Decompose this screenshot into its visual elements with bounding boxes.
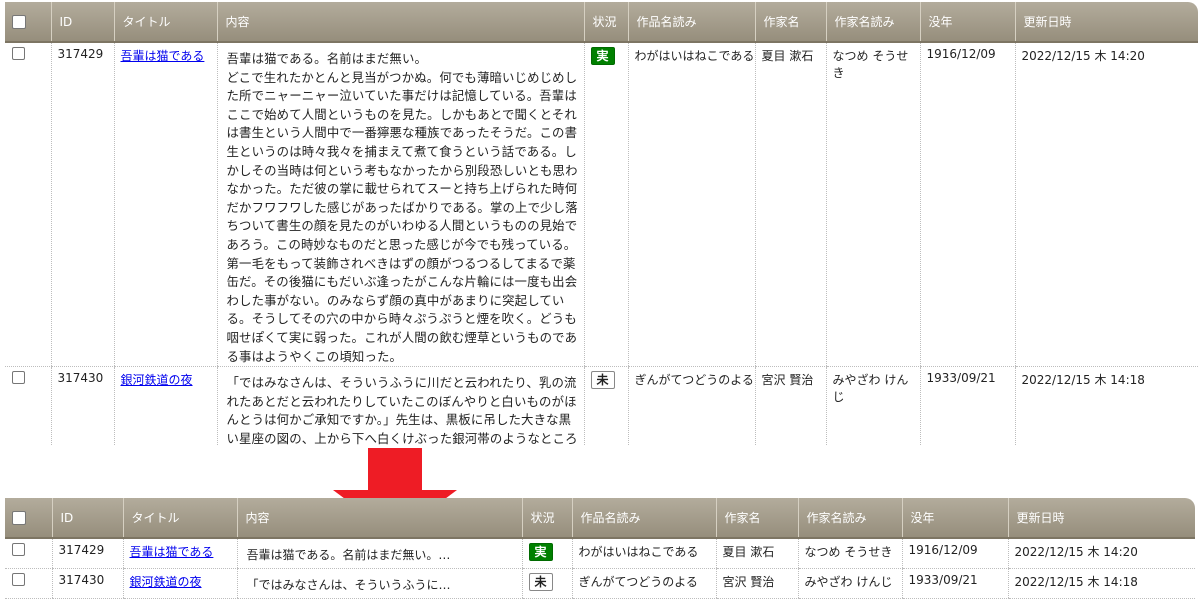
title-link[interactable]: 銀河鉄道の夜 <box>130 575 202 589</box>
column-header-author-reading[interactable]: 作家名読み <box>797 498 902 539</box>
cell-id: 317430 <box>50 366 114 446</box>
column-header-content[interactable]: 内容 <box>236 498 522 539</box>
cell-updated: 2022/12/15 木 14:18 <box>1007 568 1195 599</box>
cell-updated: 2022/12/15 木 14:20 <box>1014 42 1198 368</box>
select-all-header[interactable] <box>5 2 51 43</box>
cell-title-reading: ぎんがてつどうのよる <box>627 366 755 446</box>
column-header-updated[interactable]: 更新日時 <box>1007 498 1195 539</box>
title-link[interactable]: 吾輩は猫である <box>130 545 214 559</box>
collapsed-table: ID タイトル 内容 状況 作品名読み 作家名 作家名読み 没年 更新日時 31… <box>5 498 1195 599</box>
cell-author-reading: みやざわ けんじ <box>825 366 920 446</box>
cell-status: 未 <box>521 568 572 599</box>
column-header-title-reading[interactable]: 作品名読み <box>571 498 716 539</box>
cell-death-year: 1916/12/09 <box>901 538 1008 569</box>
row-select-cell[interactable] <box>5 538 52 569</box>
status-badge: 実 <box>528 543 553 561</box>
cell-title: 吾輩は猫である <box>122 538 237 569</box>
row-select-cell[interactable] <box>5 42 51 368</box>
row-checkbox[interactable] <box>12 47 25 60</box>
row-checkbox[interactable] <box>12 543 25 556</box>
cell-title-reading: わがはいはねこである <box>571 538 716 569</box>
cell-title-reading: ぎんがてつどうのよる <box>571 568 716 599</box>
cell-title: 銀河鉄道の夜 <box>113 366 217 446</box>
cell-id: 317429 <box>51 538 123 569</box>
cell-updated: 2022/12/15 木 14:20 <box>1007 538 1195 569</box>
select-all-checkbox[interactable] <box>12 14 26 29</box>
column-header-title[interactable]: タイトル <box>122 498 237 539</box>
cell-updated: 2022/12/15 木 14:18 <box>1014 366 1198 446</box>
cell-status: 実 <box>583 42 628 368</box>
status-badge: 未 <box>590 371 615 390</box>
table-row: 317429 吾輩は猫である 吾輩は猫である。名前はまだ無い。… 実 わがはいは… <box>5 538 1195 569</box>
status-badge: 実 <box>590 47 615 65</box>
expanded-view: ID タイトル 内容 状況 作品名読み 作家名 作家名読み 没年 更新日時 31… <box>5 2 1198 446</box>
column-header-id[interactable]: ID <box>50 2 114 43</box>
cell-author: 宮沢 賢治 <box>754 366 826 446</box>
column-header-content[interactable]: 内容 <box>216 2 584 43</box>
table-row: 317430 銀河鉄道の夜 「ではみなさんは、そういうふうに川だと云われたり、乳… <box>5 366 1198 446</box>
column-header-status[interactable]: 状況 <box>583 2 628 43</box>
table-row: 317430 銀河鉄道の夜 「ではみなさんは、そういうふうに… 未 ぎんがてつど… <box>5 568 1195 599</box>
title-link[interactable]: 吾輩は猫である <box>121 49 205 63</box>
cell-id: 317429 <box>50 42 114 368</box>
expanded-table: ID タイトル 内容 状況 作品名読み 作家名 作家名読み 没年 更新日時 31… <box>5 2 1198 446</box>
cell-id: 317430 <box>51 568 123 599</box>
cell-author-reading: なつめ そうせき <box>797 538 902 569</box>
header-row: ID タイトル 内容 状況 作品名読み 作家名 作家名読み 没年 更新日時 <box>5 498 1195 539</box>
cell-author-reading: なつめ そうせき <box>825 42 920 368</box>
cell-content: 吾輩は猫である。名前はまだ無い。 どこで生れたかとんと見当がつかぬ。何でも薄暗い… <box>216 42 584 368</box>
header-row: ID タイトル 内容 状況 作品名読み 作家名 作家名読み 没年 更新日時 <box>5 2 1198 43</box>
column-header-updated[interactable]: 更新日時 <box>1014 2 1198 43</box>
cell-author: 夏目 漱石 <box>715 538 798 569</box>
status-badge: 未 <box>528 572 553 591</box>
column-header-author-reading[interactable]: 作家名読み <box>825 2 920 43</box>
cell-author: 宮沢 賢治 <box>715 568 798 599</box>
select-all-header[interactable] <box>5 498 52 539</box>
row-select-cell[interactable] <box>5 366 51 446</box>
table-row: 317429 吾輩は猫である 吾輩は猫である。名前はまだ無い。 どこで生れたかと… <box>5 42 1198 368</box>
cell-death-year: 1916/12/09 <box>919 42 1015 368</box>
column-header-id[interactable]: ID <box>51 498 123 539</box>
cell-status: 未 <box>583 366 628 446</box>
cell-death-year: 1933/09/21 <box>919 366 1015 446</box>
cell-content: 「ではみなさんは、そういうふうに川だと云われたり、乳の流れたあとだと云われたりし… <box>216 366 584 446</box>
cell-content: 「ではみなさんは、そういうふうに… <box>236 568 522 599</box>
cell-title-reading: わがはいはねこである <box>627 42 755 368</box>
column-header-death-year[interactable]: 没年 <box>919 2 1015 43</box>
row-select-cell[interactable] <box>5 568 52 599</box>
title-link[interactable]: 銀河鉄道の夜 <box>121 373 193 387</box>
column-header-death-year[interactable]: 没年 <box>901 498 1008 539</box>
row-checkbox[interactable] <box>12 572 25 586</box>
cell-title: 吾輩は猫である <box>113 42 217 368</box>
row-checkbox[interactable] <box>12 371 25 385</box>
cell-death-year: 1933/09/21 <box>901 568 1008 599</box>
cell-title: 銀河鉄道の夜 <box>122 568 237 599</box>
column-header-author[interactable]: 作家名 <box>754 2 826 43</box>
column-header-title-reading[interactable]: 作品名読み <box>627 2 755 43</box>
column-header-status[interactable]: 状況 <box>521 498 572 539</box>
cell-status: 実 <box>521 538 572 569</box>
cell-content: 吾輩は猫である。名前はまだ無い。… <box>236 538 522 569</box>
cell-author-reading: みやざわ けんじ <box>797 568 902 599</box>
column-header-author[interactable]: 作家名 <box>715 498 798 539</box>
column-header-title[interactable]: タイトル <box>113 2 217 43</box>
select-all-checkbox[interactable] <box>12 510 26 525</box>
cell-author: 夏目 漱石 <box>754 42 826 368</box>
